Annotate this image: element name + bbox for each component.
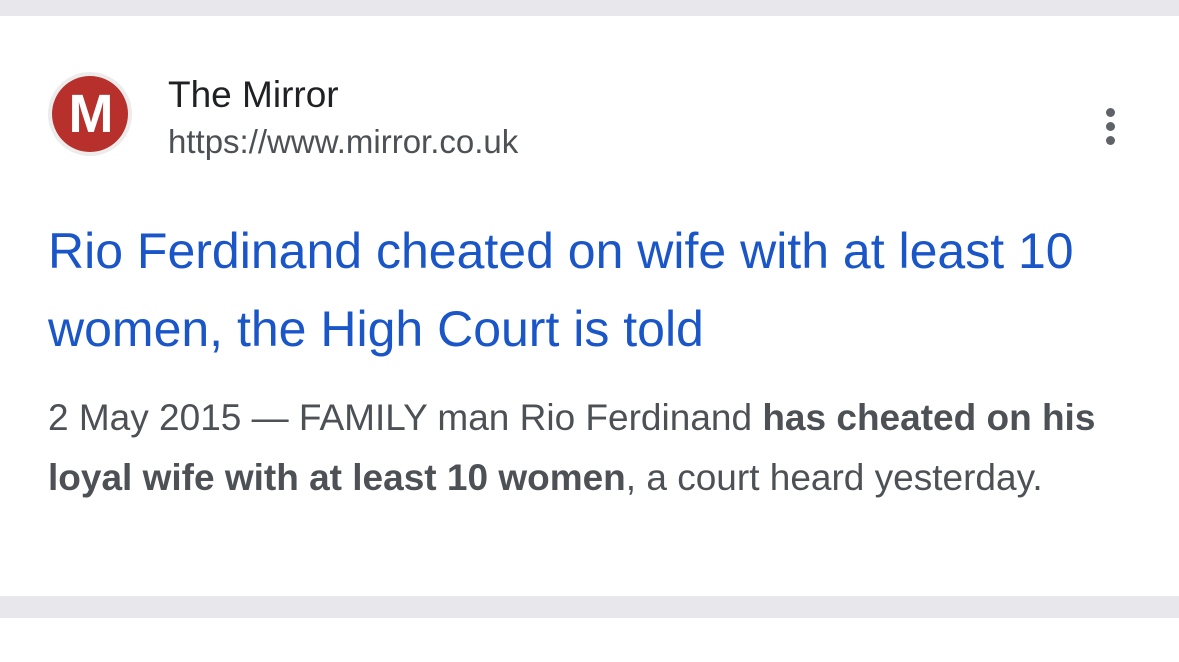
site-url[interactable]: https://www.mirror.co.uk: [168, 122, 518, 162]
result-title-link[interactable]: Rio Ferdinand cheated on wife with at le…: [48, 212, 1128, 368]
site-favicon[interactable]: M: [48, 72, 132, 156]
snippet-text-end: , a court heard yesterday.: [625, 457, 1043, 498]
more-vert-icon: [1105, 107, 1115, 117]
snippet-text: FAMILY man Rio Ferdinand: [298, 397, 763, 438]
top-separator: [0, 0, 1179, 16]
more-options-button[interactable]: [1090, 98, 1130, 154]
bottom-separator: [0, 596, 1179, 618]
result-snippet: 2 May 2015 — FAMILY man Rio Ferdinand ha…: [48, 388, 1138, 508]
date-separator: —: [241, 397, 299, 438]
mirror-logo-icon: M: [52, 76, 128, 152]
result-date: 2 May 2015: [48, 397, 242, 438]
site-name[interactable]: The Mirror: [168, 74, 339, 116]
